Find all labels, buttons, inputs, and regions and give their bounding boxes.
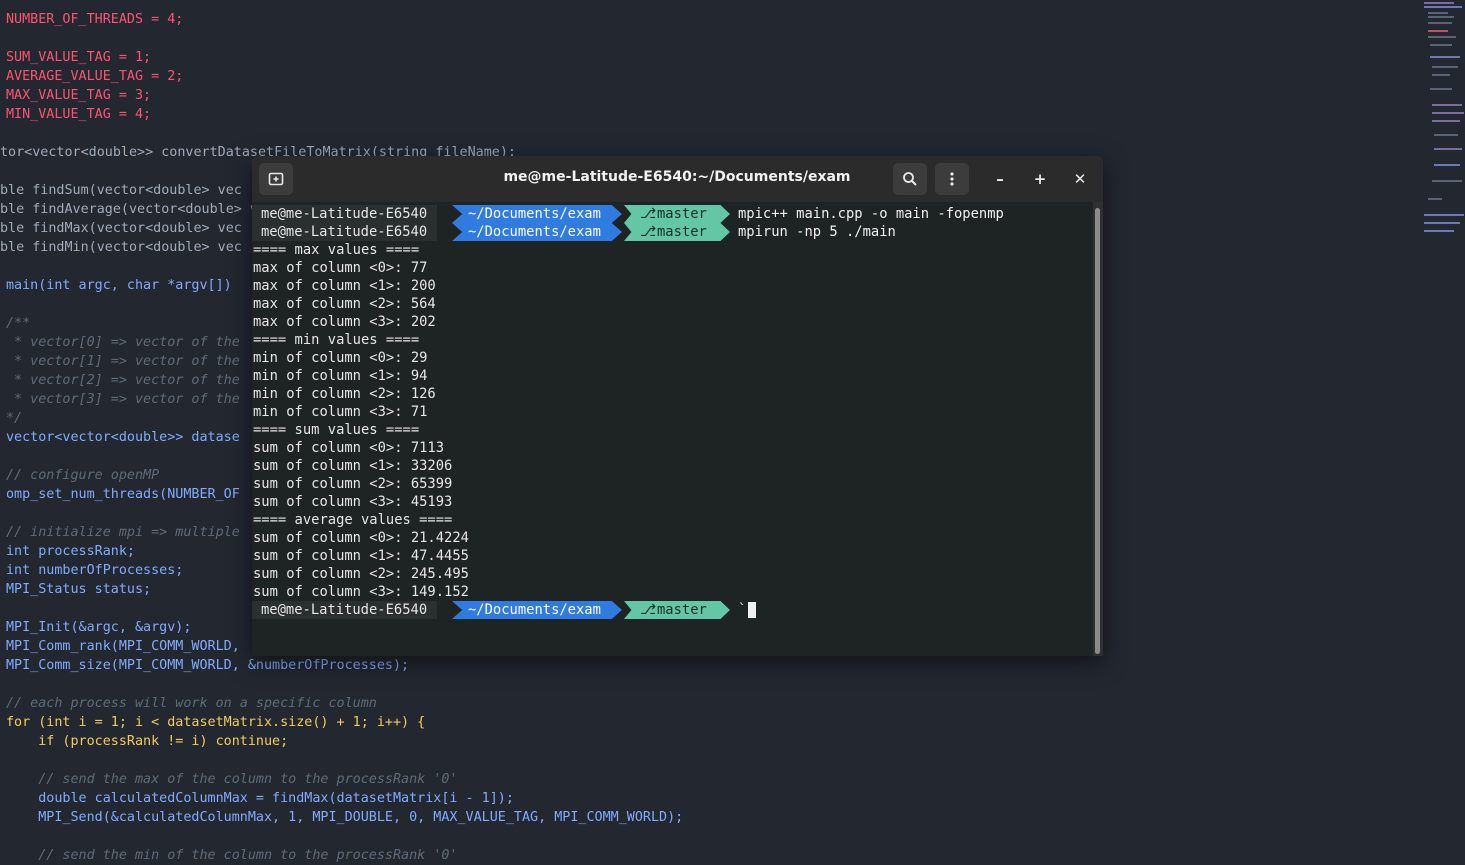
output-line: min of column <0>: 29	[253, 350, 428, 366]
close-icon: ✕	[1073, 170, 1087, 188]
output-line: sum of column <1>: 33206	[253, 458, 453, 474]
minimize-button[interactable]: –	[987, 166, 1013, 192]
prompt-git-branch: ⎇ master	[624, 205, 730, 223]
code-line: MIN_VALUE_TAG = 4;	[6, 107, 152, 122]
search-button[interactable]	[893, 163, 927, 195]
code-line: // send the max of the column to the pro…	[6, 772, 458, 787]
git-branch-icon: ⎇	[640, 224, 656, 240]
prompt-directory: ~/Documents/exam	[452, 205, 622, 223]
code-line: NUMBER_OF_THREADS = 4;	[6, 12, 184, 27]
output-line: min of column <2>: 126	[253, 386, 436, 402]
text-cursor	[748, 602, 756, 618]
code-line: ble findAverage(vector<double> vec	[0, 202, 275, 217]
output-line: max of column <1>: 200	[253, 278, 436, 294]
output-line: max of column <2>: 564	[253, 296, 436, 312]
new-tab-icon	[268, 172, 284, 186]
terminal-window[interactable]: me@me-Latitude-E6540:~/Documents/exam – …	[252, 156, 1103, 656]
output-line: ==== sum values ====	[253, 422, 420, 438]
minimize-icon: –	[996, 170, 1004, 188]
code-line: for (int i = 1; i < datasetMatrix.size()…	[6, 715, 426, 730]
output-line: min of column <1>: 94	[253, 368, 428, 384]
output-line: sum of column <1>: 47.4455	[253, 548, 469, 564]
code-line: int processRank;	[6, 544, 135, 559]
shell-prompt[interactable]: me@me-Latitude-E6540 ~/Documents/exam ⎇ m…	[252, 601, 756, 619]
code-line: // each process will work on a specific …	[6, 696, 377, 711]
code-line: double calculatedColumnMax = findMax(dat…	[6, 791, 514, 806]
prompt-user-host: me@me-Latitude-E6540	[252, 205, 438, 223]
output-line: sum of column <3>: 149.152	[253, 584, 469, 600]
code-line: AVERAGE_VALUE_TAG = 2;	[6, 69, 184, 84]
code-line: ble findMax(vector<double> vec	[0, 221, 242, 236]
prompt-user-host: me@me-Latitude-E6540	[252, 601, 438, 619]
git-branch-icon: ⎇	[640, 602, 656, 618]
command-input[interactable]: `	[738, 601, 746, 619]
prompt-directory: ~/Documents/exam	[452, 601, 622, 619]
output-line: sum of column <2>: 65399	[253, 476, 453, 492]
output-line: sum of column <0>: 21.4224	[253, 530, 469, 546]
code-line: * vector[2] => vector of the	[6, 373, 240, 388]
code-line: SUM_VALUE_TAG = 1;	[6, 50, 152, 65]
prompt-directory: ~/Documents/exam	[452, 223, 622, 241]
terminal-scrollbar[interactable]	[1095, 208, 1100, 654]
code-line: int numberOfProcesses;	[6, 563, 184, 578]
command-text: mpic++ main.cpp -o main -fopenmp	[738, 206, 1004, 222]
terminal-output[interactable]: me@me-Latitude-E6540 ~/Documents/exam ⎇ m…	[252, 202, 1093, 656]
editor-minimap[interactable]	[1422, 0, 1465, 240]
search-icon	[903, 172, 917, 186]
code-line: MPI_Init(&argc, &argv);	[6, 620, 192, 635]
code-line: MPI_Comm_rank(MPI_COMM_WORLD,	[6, 639, 240, 654]
prompt-git-branch: ⎇ master	[624, 601, 730, 619]
prompt-user-host: me@me-Latitude-E6540	[252, 223, 438, 241]
output-line: min of column <3>: 71	[253, 404, 428, 420]
code-line: // send the min of the column to the pro…	[6, 848, 458, 863]
output-line: sum of column <3>: 45193	[253, 494, 453, 510]
code-line: * vector[0] => vector of the	[6, 335, 240, 350]
maximize-button[interactable]: +	[1027, 166, 1053, 192]
menu-button[interactable]	[935, 163, 969, 195]
code-line: omp_set_num_threads(NUMBER_OF	[6, 487, 240, 502]
kebab-menu-icon	[950, 172, 954, 186]
code-line: * vector[1] => vector of the	[6, 354, 240, 369]
output-line: max of column <3>: 202	[253, 314, 436, 330]
close-button[interactable]: ✕	[1067, 166, 1093, 192]
code-line: MPI_Status status;	[6, 582, 152, 597]
code-line: MAX_VALUE_TAG = 3;	[6, 88, 152, 103]
output-line: sum of column <0>: 7113	[253, 440, 445, 456]
output-line: max of column <0>: 77	[253, 260, 428, 276]
code-line: ble findSum(vector<double> vec	[0, 183, 242, 198]
maximize-icon: +	[1033, 170, 1047, 188]
new-tab-button[interactable]	[259, 163, 293, 195]
code-line: // initialize mpi => multiple	[6, 525, 240, 540]
prompt-git-branch: ⎇ master	[624, 223, 730, 241]
code-line: */	[6, 411, 23, 426]
output-line: ==== min values ====	[253, 332, 420, 348]
code-line: ble findMin(vector<double> vec	[0, 240, 242, 255]
code-line: main(int argc, char *argv[])	[6, 278, 232, 293]
code-line: /**	[6, 316, 31, 331]
code-line: if (processRank != i) continue;	[6, 734, 289, 749]
code-line: MPI_Comm_size(MPI_COMM_WORLD, &numberOfP…	[6, 658, 410, 673]
shell-prompt: me@me-Latitude-E6540 ~/Documents/exam ⎇ m…	[252, 223, 896, 241]
git-branch-icon: ⎇	[640, 206, 656, 222]
code-line: // configure openMP	[6, 468, 160, 483]
shell-prompt: me@me-Latitude-E6540 ~/Documents/exam ⎇ m…	[252, 205, 1004, 223]
window-title: me@me-Latitude-E6540:~/Documents/exam	[503, 169, 851, 185]
output-line: ==== average values ====	[253, 512, 453, 528]
output-line: ==== max values ====	[253, 242, 420, 258]
terminal-titlebar[interactable]: me@me-Latitude-E6540:~/Documents/exam – …	[252, 156, 1103, 202]
code-line: * vector[3] => vector of the	[6, 392, 240, 407]
output-line: sum of column <2>: 245.495	[253, 566, 469, 582]
command-text: mpirun -np 5 ./main	[738, 224, 896, 240]
code-line: MPI_Send(&calculatedColumnMax, 1, MPI_DO…	[6, 810, 684, 825]
code-line: vector<vector<double>> datase	[6, 430, 240, 445]
